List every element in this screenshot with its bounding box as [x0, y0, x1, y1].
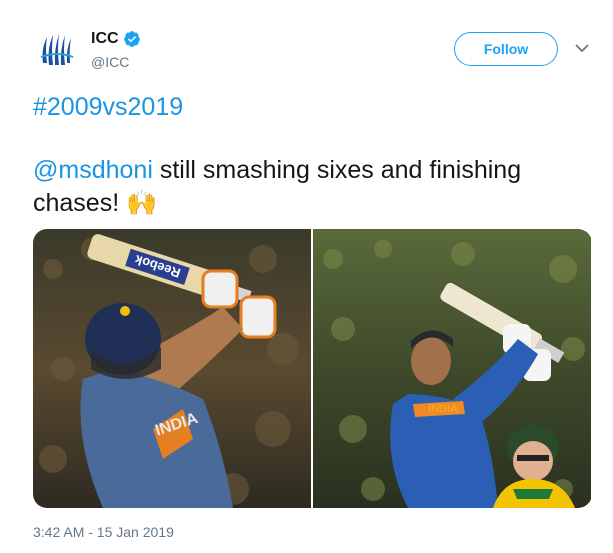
verified-badge-icon [123, 31, 140, 47]
raising-hands-emoji: 🙌 [126, 188, 158, 217]
icc-logo-icon [33, 27, 81, 75]
hashtag-link[interactable]: #2009vs2019 [33, 93, 183, 122]
chevron-down-icon[interactable] [574, 40, 590, 56]
tweet-timestamp[interactable]: 3:42 AM - 15 Jan 2019 [33, 524, 174, 540]
user-handle[interactable]: @ICC [91, 54, 129, 70]
tweet-media[interactable]: Reebok INDIA INDIA [33, 229, 592, 508]
jersey-text: INDIA [428, 403, 458, 415]
display-name[interactable]: ICC [91, 30, 119, 48]
cricket-batsman-2019-image: INDIA [313, 229, 591, 508]
photo-2009[interactable]: Reebok INDIA [33, 229, 311, 508]
tweet-text-line-2: chases! 🙌 [33, 188, 157, 218]
follow-button[interactable]: Follow [454, 32, 558, 66]
mention-link[interactable]: @msdhoni [33, 156, 153, 184]
avatar[interactable] [33, 27, 81, 75]
cricket-batsman-2009-image: Reebok INDIA [33, 229, 311, 508]
tweet-text-line-1: @msdhoni still smashing sixes and finish… [33, 156, 521, 185]
photo-2019[interactable]: INDIA [313, 229, 591, 508]
tweet-text-part: still smashing sixes and finishing [152, 156, 522, 184]
tweet-text-part: chases! [33, 189, 127, 217]
user-name-row[interactable]: ICC [91, 30, 141, 48]
